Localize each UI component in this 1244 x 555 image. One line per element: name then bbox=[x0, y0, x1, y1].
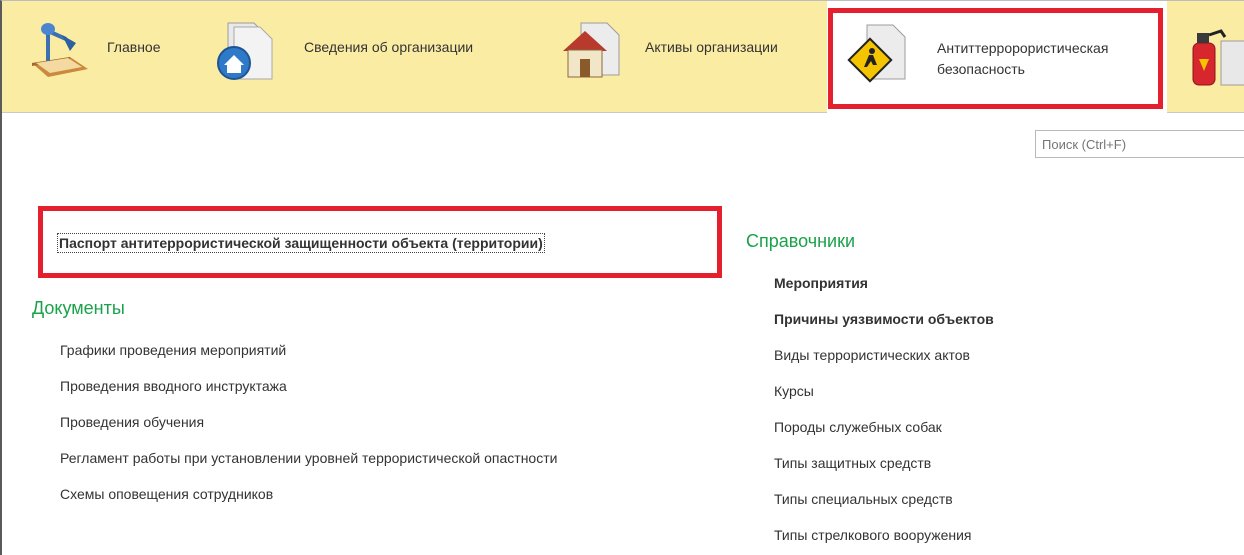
section-main[interactable]: Главное bbox=[2, 1, 202, 113]
references-item-courses[interactable]: Курсы bbox=[774, 383, 814, 399]
section-main-label: Главное bbox=[107, 39, 161, 55]
folder-house-icon bbox=[563, 22, 620, 78]
desk-lamp-icon bbox=[32, 23, 88, 77]
folder-home-icon bbox=[217, 22, 273, 80]
highlight-box-section bbox=[828, 8, 1163, 109]
references-item-small-arms-types[interactable]: Типы стрелкового вооружения bbox=[774, 527, 972, 543]
documents-item-threat-level-regulations[interactable]: Регламент работы при установлении уровне… bbox=[60, 450, 557, 466]
documents-item-schedules[interactable]: Графики проведения мероприятий bbox=[60, 342, 286, 358]
passport-link[interactable]: Паспорт антитеррористической защищенност… bbox=[57, 233, 545, 253]
references-item-events[interactable]: Мероприятия bbox=[774, 275, 868, 291]
documents-item-training[interactable]: Проведения обучения bbox=[60, 414, 204, 430]
documents-heading: Документы bbox=[32, 298, 125, 318]
references-item-special-equipment-types[interactable]: Типы специальных средств bbox=[774, 491, 953, 507]
section-fire-safety[interactable] bbox=[1167, 1, 1244, 113]
section-organization-info[interactable]: Сведения об организации bbox=[202, 1, 547, 113]
documents-item-notification-schemes[interactable]: Схемы оповещения сотрудников bbox=[60, 486, 273, 502]
references-item-dog-breeds[interactable]: Породы служебных собак bbox=[774, 419, 942, 435]
fire-extinguisher-icon bbox=[1192, 29, 1244, 86]
references-item-vulnerability-causes[interactable]: Причины уязвимости объектов bbox=[774, 311, 994, 327]
documents-item-introductory-briefing[interactable]: Проведения вводного инструктажа bbox=[60, 378, 287, 394]
references-item-protective-equipment-types[interactable]: Типы защитных средств bbox=[774, 455, 931, 471]
section-organization-assets[interactable]: Активы организации bbox=[547, 1, 827, 113]
section-organization-assets-label: Активы организации bbox=[645, 39, 778, 55]
references-heading: Справочники bbox=[746, 231, 856, 251]
references-item-terror-act-types[interactable]: Виды террористических актов bbox=[774, 347, 970, 363]
search-input[interactable] bbox=[1035, 130, 1244, 158]
section-organization-info-label: Сведения об организации bbox=[304, 39, 474, 55]
